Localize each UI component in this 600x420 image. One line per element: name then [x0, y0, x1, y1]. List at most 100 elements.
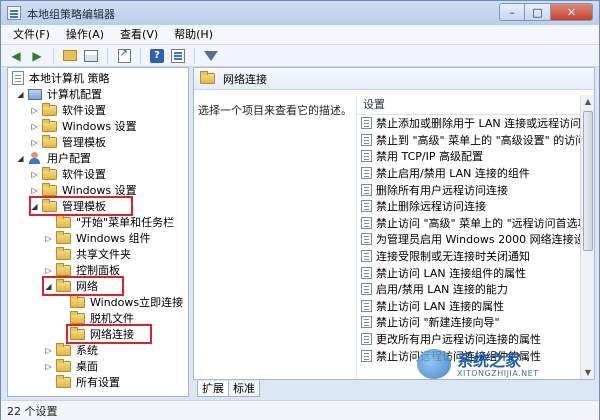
tree-user-config[interactable]: ◢ 用户配置	[16, 150, 91, 166]
folder-icon	[42, 166, 57, 180]
expand-icon[interactable]: ▷	[44, 346, 53, 355]
watermark-subtext: XITONGZHIJIA.NET	[457, 369, 539, 378]
collapse-icon[interactable]: ◢	[30, 202, 39, 211]
tab-extended[interactable]: 扩展	[197, 381, 229, 397]
show-hide-tree-icon[interactable]	[82, 47, 100, 65]
status-text: 22 个设置	[7, 404, 58, 418]
column-header-setting[interactable]: 设置	[357, 95, 594, 115]
tree-network[interactable]: ◢ 网络	[44, 278, 98, 294]
tree-uc-admin[interactable]: ◢ 管理模板	[30, 198, 106, 214]
close-button[interactable]: ✕	[551, 3, 593, 21]
tree-root[interactable]: 本地计算机 策略	[12, 70, 110, 86]
filter-icon[interactable]	[202, 47, 220, 65]
tree-desktop[interactable]: ▷ 桌面	[44, 358, 98, 374]
menu-file[interactable]: 文件(F)	[5, 26, 58, 44]
window-title: 本地组策略编辑器	[27, 8, 115, 21]
settings-list: 设置 禁止添加或删除用于 LAN 连接或远程访问连接的 禁止到 "高级" 菜单上…	[356, 95, 594, 379]
folder-icon	[42, 182, 57, 196]
list-item[interactable]: 禁止启用/禁用 LAN 连接的组件	[357, 165, 594, 182]
title-bar: 本地组策略编辑器 – □ ✕	[1, 1, 599, 25]
folder-icon	[42, 134, 57, 148]
gpedit-window: 本地组策略编辑器 – □ ✕ 文件(F) 操作(A) 查看(V) 帮助(H) ◀…	[0, 0, 600, 420]
folder-icon	[70, 294, 85, 308]
policy-setting-icon	[361, 117, 372, 130]
back-icon[interactable]: ◀	[7, 47, 25, 65]
list-item[interactable]: 禁止到 "高级" 菜单上的 "高级设置" 的访问	[357, 132, 594, 149]
gpedit-app-icon	[7, 6, 21, 20]
collapse-icon[interactable]: ◢	[16, 154, 25, 163]
tree-control-panel[interactable]: ▷ 控制面板	[44, 262, 120, 278]
list-item[interactable]: 禁止访问 "高级" 菜单上的 "远程访问首选项" 菜	[357, 215, 594, 232]
details-header: 网络连接	[194, 68, 594, 90]
expand-icon[interactable]: ▷	[44, 362, 53, 371]
description-text: 选择一个项目来查看它的描述。	[198, 104, 352, 117]
expand-icon[interactable]: ▷	[30, 186, 39, 195]
list-item[interactable]: 为管理员启用 Windows 2000 网络连接设置	[357, 231, 594, 248]
status-bar: 22 个设置	[1, 400, 599, 420]
collapse-icon[interactable]: ◢	[44, 282, 53, 291]
up-folder-icon[interactable]	[61, 47, 79, 65]
folder-icon	[56, 358, 71, 372]
policy-setting-icon	[361, 167, 372, 180]
tree-offline-files[interactable]: 脱机文件	[58, 310, 134, 326]
menu-action[interactable]: 操作(A)	[58, 26, 112, 44]
vertical-scrollbar[interactable]: ▲ ▼	[580, 95, 594, 379]
details-pane: 网络连接 选择一个项目来查看它的描述。 设置 禁止添加或删除用于 LAN 连接或…	[193, 67, 595, 380]
menu-view[interactable]: 查看(V)	[112, 26, 166, 44]
list-item[interactable]: 禁止访问 LAN 连接的属性	[357, 298, 594, 315]
tree-cc-software[interactable]: ▷ 软件设置	[30, 102, 106, 118]
expand-icon[interactable]: ▷	[30, 138, 39, 147]
tree-shared-folders[interactable]: 共享文件夹	[44, 246, 131, 262]
help-icon[interactable]: ?	[148, 47, 166, 65]
policy-setting-icon	[361, 200, 372, 213]
expand-icon[interactable]: ▷	[30, 106, 39, 115]
folder-icon	[70, 310, 85, 324]
policy-setting-icon	[361, 216, 372, 229]
tree-start-menu[interactable]: "开始"菜单和任务栏	[44, 214, 174, 230]
tree-uc-windows[interactable]: ▷ Windows 设置	[30, 182, 137, 198]
maximize-button[interactable]: □	[525, 3, 551, 21]
policy-setting-icon	[361, 283, 372, 296]
tree-all-settings[interactable]: 所有设置	[44, 374, 120, 390]
list-item[interactable]: 禁止添加或删除用于 LAN 连接或远程访问连接的	[357, 115, 594, 132]
policy-setting-icon	[361, 183, 372, 196]
tree-system[interactable]: ▷ 系统	[44, 342, 98, 358]
policy-setting-icon	[361, 266, 372, 279]
list-item[interactable]: 启用/禁用 LAN 连接的能力	[357, 281, 594, 298]
collapse-icon[interactable]: ◢	[16, 90, 25, 99]
export-list-icon[interactable]	[115, 47, 133, 65]
tree-cc-windows[interactable]: ▷ Windows 设置	[30, 118, 137, 134]
list-item[interactable]: 禁止访问 LAN 连接组件的属性	[357, 264, 594, 281]
tree-computer-config[interactable]: ◢ 计算机配置	[16, 86, 102, 102]
folder-icon	[56, 246, 71, 260]
expand-icon[interactable]: ▷	[30, 170, 39, 179]
policy-setting-icon	[361, 233, 372, 246]
computer-icon	[28, 88, 42, 100]
tree-cc-admin[interactable]: ▷ 管理模板	[30, 134, 106, 150]
forward-icon[interactable]: ▶	[28, 47, 46, 65]
menu-help[interactable]: 帮助(H)	[166, 26, 221, 44]
expand-icon[interactable]: ▷	[44, 266, 53, 275]
properties-icon[interactable]	[169, 47, 187, 65]
scroll-up-icon[interactable]: ▲	[581, 95, 594, 109]
user-icon	[28, 152, 42, 164]
list-item[interactable]: 删除所有用户远程访问连接	[357, 181, 594, 198]
tree-uc-software[interactable]: ▷ 软件设置	[30, 166, 106, 182]
tree-win-instant[interactable]: Windows立即连接	[58, 294, 183, 310]
expand-icon[interactable]: ▷	[44, 234, 53, 243]
list-item[interactable]: 连接受限制或无连接时关闭通知	[357, 248, 594, 265]
list-item[interactable]: 禁止删除远程访问连接	[357, 198, 594, 215]
tree-net-connections[interactable]: 网络连接	[58, 326, 134, 342]
tab-standard[interactable]: 标准	[228, 381, 260, 397]
minimize-button[interactable]: –	[499, 3, 525, 21]
watermark: 系统之家 XITONGZHIJIA.NET	[417, 345, 597, 387]
menu-bar: 文件(F) 操作(A) 查看(V) 帮助(H)	[1, 25, 599, 45]
folder-icon	[70, 326, 85, 340]
scroll-thumb[interactable]	[583, 111, 593, 251]
list-item[interactable]: 禁用 TCP/IP 高级配置	[357, 148, 594, 165]
tree-win-components[interactable]: ▷ Windows 组件	[44, 230, 151, 246]
policy-setting-icon	[361, 250, 372, 263]
toolbar-separator	[53, 47, 54, 64]
expand-icon[interactable]: ▷	[30, 122, 39, 131]
list-item[interactable]: 禁止访问 "新建连接向导"	[357, 314, 594, 331]
